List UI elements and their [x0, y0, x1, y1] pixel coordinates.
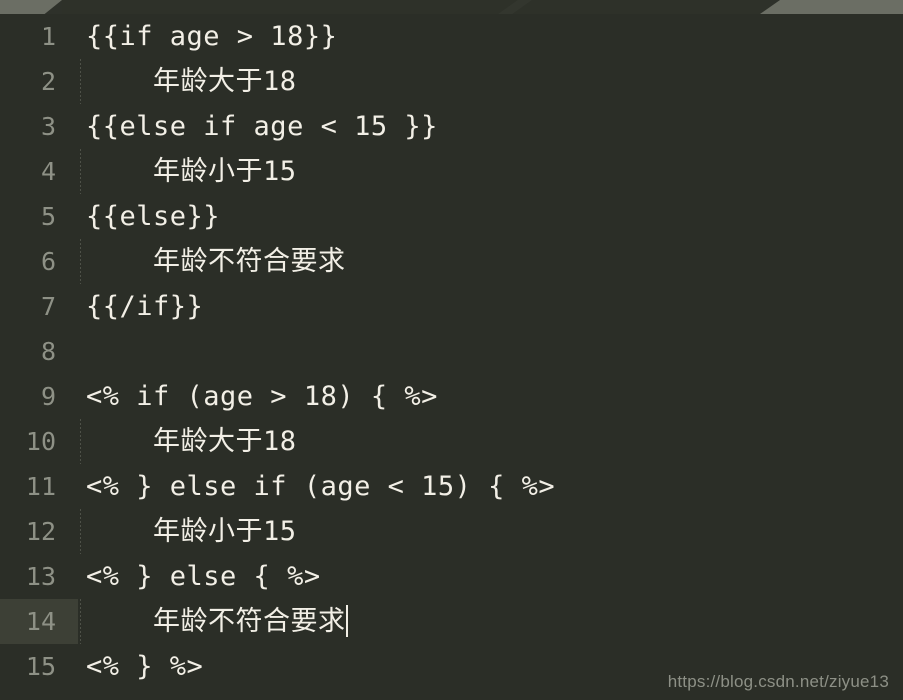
code-editor-area[interactable]: 1 {{if age > 18}} 2 年龄大于18 3 {{else if a… — [0, 14, 903, 700]
line-content[interactable] — [78, 329, 903, 374]
line-text: 年龄小于15 — [86, 156, 297, 187]
line-text: 年龄不符合要求 — [86, 246, 346, 277]
indent-guide — [80, 509, 81, 554]
line-content[interactable]: <% if (age > 18) { %> — [78, 374, 903, 419]
editor-line[interactable]: 4 年龄小于15 — [0, 149, 903, 194]
text-cursor — [345, 605, 348, 637]
line-content[interactable]: {{/if}} — [78, 284, 903, 329]
line-text: {{else}} — [86, 201, 221, 232]
editor-line[interactable]: 11 <% } else if (age < 15) { %> — [0, 464, 903, 509]
indent-guide — [80, 419, 81, 464]
line-number: 12 — [25, 517, 56, 546]
editor-line[interactable]: 2 年龄大于18 — [0, 59, 903, 104]
line-number: 8 — [40, 337, 56, 366]
line-text: 年龄大于18 — [86, 426, 297, 457]
indent-guide — [80, 59, 81, 104]
editor-line[interactable]: 1 {{if age > 18}} — [0, 14, 903, 59]
line-number: 2 — [40, 67, 56, 96]
line-number: 5 — [40, 202, 56, 231]
line-number: 6 — [40, 247, 56, 276]
line-content[interactable]: <% } else if (age < 15) { %> — [78, 464, 903, 509]
line-text: <% } else { %> — [86, 561, 321, 592]
line-number: 9 — [40, 382, 56, 411]
line-content[interactable]: 年龄大于18 — [78, 59, 903, 104]
line-text: {{if age > 18}} — [86, 21, 338, 52]
tab-inactive-right[interactable] — [760, 0, 903, 14]
line-number: 3 — [40, 112, 56, 141]
line-content[interactable]: {{else}} — [78, 194, 903, 239]
line-number: 4 — [40, 157, 56, 186]
line-number: 13 — [25, 562, 56, 591]
indent-guide — [80, 599, 81, 644]
line-text: 年龄大于18 — [86, 66, 297, 97]
editor-line[interactable]: 13 <% } else { %> — [0, 554, 903, 599]
editor-line[interactable]: 3 {{else if age < 15 }} — [0, 104, 903, 149]
line-text: <% } %> — [86, 651, 204, 682]
line-text: <% } else if (age < 15) { %> — [86, 471, 556, 502]
editor-line-current[interactable]: 14 年龄不符合要求 — [0, 599, 903, 644]
line-text: 年龄不符合要求 — [86, 606, 346, 637]
line-number: 11 — [25, 472, 56, 501]
line-content[interactable]: 年龄大于18 — [78, 419, 903, 464]
editor-line[interactable]: 9 <% if (age > 18) { %> — [0, 374, 903, 419]
line-number: 10 — [25, 427, 56, 456]
line-content[interactable]: 年龄小于15 — [78, 149, 903, 194]
line-text: 年龄小于15 — [86, 516, 297, 547]
line-number: 15 — [25, 652, 56, 681]
editor-line[interactable]: 12 年龄小于15 — [0, 509, 903, 554]
tab-bar[interactable] — [0, 0, 903, 14]
line-content[interactable]: 年龄不符合要求 — [78, 599, 903, 644]
tab-inactive-left[interactable] — [0, 0, 62, 14]
editor-window: 1 {{if age > 18}} 2 年龄大于18 3 {{else if a… — [0, 0, 903, 700]
indent-guide — [80, 239, 81, 284]
line-number: 1 — [40, 22, 56, 51]
editor-line[interactable]: 6 年龄不符合要求 — [0, 239, 903, 284]
indent-guide — [80, 149, 81, 194]
line-number: 14 — [0, 599, 78, 644]
line-content[interactable]: 年龄小于15 — [78, 509, 903, 554]
editor-line[interactable]: 7 {{/if}} — [0, 284, 903, 329]
line-content[interactable]: <% } else { %> — [78, 554, 903, 599]
line-text: <% if (age > 18) { %> — [86, 381, 438, 412]
editor-line[interactable]: 8 — [0, 329, 903, 374]
line-content[interactable]: 年龄不符合要求 — [78, 239, 903, 284]
line-number: 7 — [40, 292, 56, 321]
editor-line[interactable]: 5 {{else}} — [0, 194, 903, 239]
line-text: {{else if age < 15 }} — [86, 111, 438, 142]
tab-active[interactable] — [62, 0, 760, 14]
line-content[interactable]: {{if age > 18}} — [78, 14, 903, 59]
watermark: https://blog.csdn.net/ziyue13 — [667, 672, 889, 691]
editor-line[interactable]: 10 年龄大于18 — [0, 419, 903, 464]
line-content[interactable]: {{else if age < 15 }} — [78, 104, 903, 149]
line-text: {{/if}} — [86, 291, 204, 322]
